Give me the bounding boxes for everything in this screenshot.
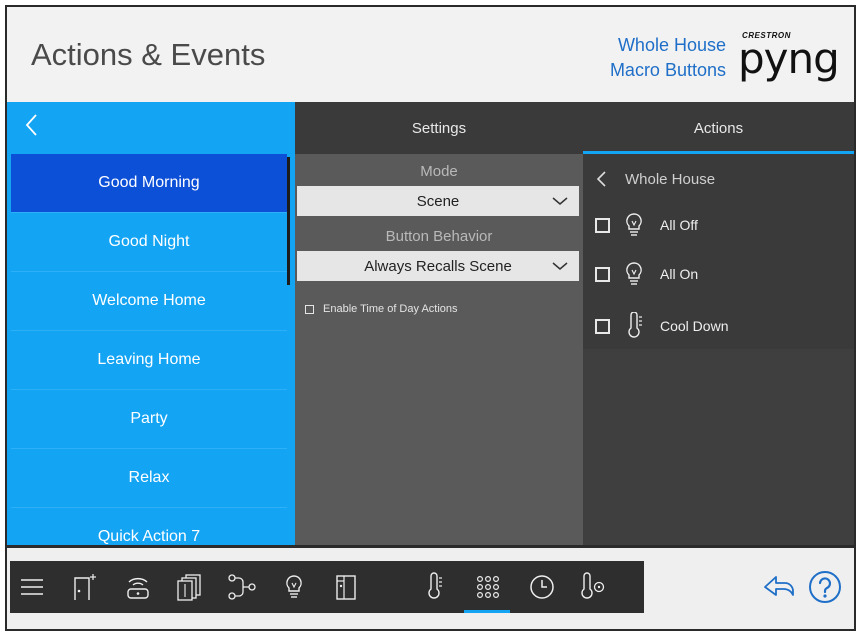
clock-icon <box>530 575 554 599</box>
action-label: All On <box>660 266 699 282</box>
list-item[interactable]: Good Night <box>11 213 287 272</box>
bulb-icon <box>626 213 642 236</box>
breadcrumb[interactable]: Whole House <box>595 164 715 194</box>
action-checkbox[interactable] <box>595 217 610 233</box>
nav-climate-button[interactable] <box>414 567 454 607</box>
scrollbar-thumb[interactable] <box>287 157 290 285</box>
action-checkbox[interactable] <box>595 318 610 334</box>
time-of-day-checkbox[interactable] <box>305 304 314 314</box>
crestron-pyng-logo: CRESTRON pyng <box>734 29 846 83</box>
behavior-value: Always Recalls Scene <box>364 257 512 275</box>
page-subtitle: Whole House Macro Buttons <box>610 33 726 83</box>
list-item[interactable]: Good Morning <box>11 154 287 213</box>
page-title: Actions & Events <box>31 37 266 72</box>
mode-label: Mode <box>420 163 458 180</box>
header: Actions & Events Whole House Macro Butto… <box>7 7 854 102</box>
nav-gateway-button[interactable] <box>118 567 158 607</box>
thermometer-icon <box>428 572 442 599</box>
share-button[interactable] <box>759 567 799 607</box>
nav-lights-button[interactable] <box>274 567 314 607</box>
nav-active-indicator <box>464 610 510 613</box>
window-icon <box>336 575 356 600</box>
behavior-label: Button Behavior <box>385 228 493 245</box>
macro-list: Good Morning Good Night Welcome Home Lea… <box>11 154 287 545</box>
mode-value: Scene <box>416 192 460 210</box>
list-item[interactable]: Relax <box>11 449 287 508</box>
action-label: All Off <box>660 217 698 233</box>
help-icon <box>809 571 841 603</box>
chevron-down-icon <box>552 262 568 270</box>
gateway-icon <box>127 577 149 599</box>
actions-panel: Whole House All Off All On Cool Down <box>583 154 854 545</box>
divider <box>7 545 854 548</box>
chevron-left-icon <box>25 114 37 136</box>
nav-temperature-button[interactable] <box>572 567 612 607</box>
breadcrumb-label: Whole House <box>625 170 716 188</box>
subtitle-line-2: Macro Buttons <box>609 60 726 80</box>
nav-shades-button[interactable] <box>170 567 210 607</box>
logo-brand-big: pyng <box>738 34 840 83</box>
menu-icon <box>21 579 43 595</box>
actions-empty-area <box>583 349 854 545</box>
action-label: Cool Down <box>660 318 729 334</box>
nav-keypads-button[interactable] <box>468 567 508 607</box>
help-button[interactable] <box>805 567 845 607</box>
list-item[interactable]: Welcome Home <box>11 272 287 331</box>
door-icon <box>74 574 96 600</box>
subtitle-line-1: Whole House <box>617 35 726 55</box>
reply-arrow-icon <box>764 576 794 596</box>
bulb-icon <box>286 575 302 598</box>
time-of-day-option[interactable]: Enable Time of Day Actions <box>305 303 458 315</box>
nav-schedule-button[interactable] <box>522 567 562 607</box>
action-row-all-off[interactable]: All Off <box>595 209 698 241</box>
macro-list-panel: Good Morning Good Night Welcome Home Lea… <box>7 102 295 545</box>
bulb-icon <box>626 262 642 285</box>
thermometer-icon <box>628 312 642 338</box>
action-checkbox[interactable] <box>595 266 610 282</box>
chevron-down-icon <box>552 197 568 205</box>
menu-button[interactable] <box>12 567 52 607</box>
settings-panel: Mode Scene Button Behavior Always Recall… <box>295 154 583 545</box>
nav-sequence-button[interactable] <box>222 567 262 607</box>
nav-windows-button[interactable] <box>326 567 366 607</box>
keypad-icon <box>476 575 500 599</box>
list-item[interactable]: Quick Action 7 <box>11 508 287 545</box>
list-item[interactable]: Leaving Home <box>11 331 287 390</box>
flow-icon <box>228 574 256 600</box>
mode-dropdown[interactable]: Scene <box>297 186 579 216</box>
back-button[interactable] <box>17 110 47 140</box>
bottom-nav-bar <box>10 561 644 613</box>
action-row-all-on[interactable]: All On <box>595 258 698 290</box>
tab-bar: Settings Actions <box>295 102 854 154</box>
tab-settings[interactable]: Settings <box>295 102 583 154</box>
nav-doors-button[interactable] <box>64 567 104 607</box>
list-item[interactable]: Party <box>11 390 287 449</box>
time-of-day-label: Enable Time of Day Actions <box>323 303 458 315</box>
climate-icon <box>581 572 605 599</box>
tab-actions[interactable]: Actions <box>583 102 854 154</box>
chevron-left-icon <box>596 171 606 187</box>
app-window: Actions & Events Whole House Macro Butto… <box>5 5 856 631</box>
behavior-dropdown[interactable]: Always Recalls Scene <box>297 251 579 281</box>
action-row-cool-down[interactable]: Cool Down <box>595 310 728 342</box>
shades-icon <box>177 574 201 601</box>
